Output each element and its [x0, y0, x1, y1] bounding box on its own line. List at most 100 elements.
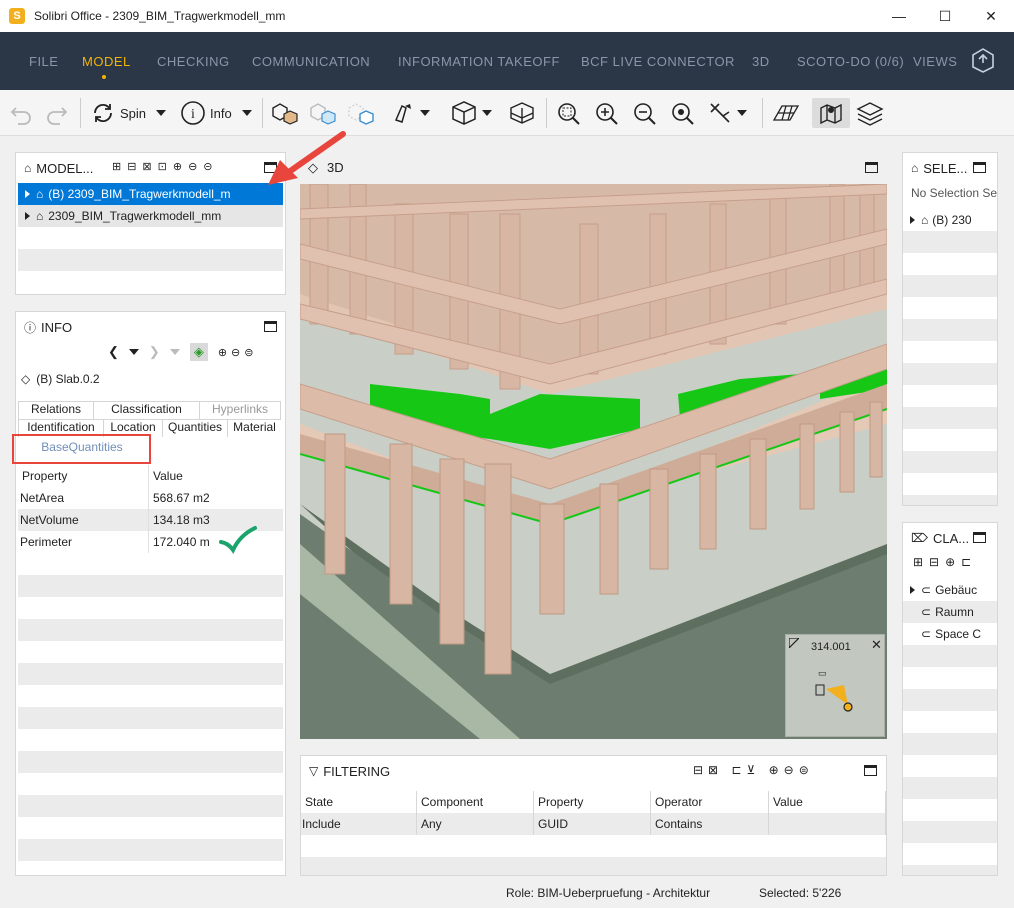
model-tree-row[interactable]: ⌂ (B) 2309_BIM_Tragwerkmodell_m: [18, 183, 283, 205]
forward-icon[interactable]: ❯: [149, 344, 160, 360]
menu-views[interactable]: VIEWS: [913, 54, 957, 69]
tab-quantities[interactable]: Quantities: [162, 419, 228, 437]
view3d-header: ◇ 3D: [300, 152, 887, 184]
filter-state-cell[interactable]: Include: [301, 813, 417, 835]
selection-panel-header: ⌂ SELE...: [903, 153, 997, 183]
filter-value-cell[interactable]: [769, 813, 886, 835]
classification-row[interactable]: ⊂ Raumn: [903, 601, 997, 623]
menu-communication[interactable]: COMMUNICATION: [252, 54, 370, 69]
tab-relations[interactable]: Relations: [18, 401, 94, 419]
table-header: Property Value: [18, 465, 283, 487]
floor-plan-icon[interactable]: [772, 98, 800, 128]
menu-file[interactable]: FILE: [29, 54, 58, 69]
share-icon[interactable]: [970, 47, 996, 73]
chevron-down-icon[interactable]: [420, 110, 430, 116]
classification-panel-title: CLA...: [932, 530, 970, 546]
selection-empty-text: No Selection Se: [911, 186, 997, 200]
model-tree-tools-icon[interactable]: ⊞⊟⊠⊡⊕⊖⊝: [112, 160, 219, 173]
info-button[interactable]: i Info: [180, 98, 252, 128]
filter-header-operator: Operator: [651, 791, 769, 813]
chevron-down-icon[interactable]: [156, 110, 167, 116]
selection-tree-row[interactable]: ⌂ (B) 230: [903, 209, 997, 231]
tab-classification[interactable]: Classification: [94, 401, 199, 419]
info-label: Info: [210, 105, 232, 121]
status-selected-count: Selected: 5'226: [759, 886, 842, 900]
zoom-selected-icon[interactable]: [669, 98, 695, 128]
info-object-name: (B) Slab.0.2: [36, 372, 100, 386]
fit-all-icon[interactable]: [555, 98, 581, 128]
minimize-button[interactable]: —: [876, 0, 922, 32]
maximize-panel-icon[interactable]: [864, 765, 877, 776]
camera-icon: ▭: [818, 668, 827, 678]
maximize-panel-icon[interactable]: [865, 162, 878, 173]
redaction-mark: [186, 443, 258, 453]
filter-header-component: Component: [417, 791, 534, 813]
maximize-button[interactable]: ☐: [922, 0, 968, 32]
cube-icon[interactable]: ◈: [189, 343, 208, 361]
view-cube-button[interactable]: [450, 98, 492, 128]
main-menu-bar: FILE MODEL CHECKING COMMUNICATION INFORM…: [0, 32, 1014, 90]
brush-icon: [394, 104, 411, 123]
transparency-button[interactable]: [390, 98, 430, 128]
layers-icon[interactable]: [856, 98, 884, 128]
add-remove-icon[interactable]: ⊕⊖⊜: [218, 346, 258, 359]
show-components-icon[interactable]: [270, 98, 300, 128]
resize-icon[interactable]: [789, 638, 799, 648]
menu-to-do[interactable]: SCOTO-DO (0/6): [797, 54, 904, 69]
hide-components-icon[interactable]: [308, 98, 338, 128]
maximize-panel-icon[interactable]: [264, 321, 277, 332]
back-icon[interactable]: ❮: [108, 344, 119, 360]
model-tree-row[interactable]: ⌂ 2309_BIM_Tragwerkmodell_mm: [18, 205, 283, 227]
chevron-down-icon[interactable]: [128, 349, 139, 355]
chevron-down-icon[interactable]: [737, 110, 747, 116]
menu-checking[interactable]: CHECKING: [157, 54, 230, 69]
selection-panel: ⌂ SELE... No Selection Se ⌂ (B) 230: [902, 152, 998, 506]
annotation-arrow: [268, 131, 346, 185]
maximize-panel-icon[interactable]: [973, 162, 986, 173]
menu-information-takeoff[interactable]: INFORMATION TAKEOFF: [398, 54, 560, 69]
3d-viewport[interactable]: 314.001 ✕ ▭: [300, 184, 887, 739]
zoom-in-icon[interactable]: [593, 98, 619, 128]
classification-tools-icon[interactable]: ⊞⊟⊕⊏: [913, 555, 977, 569]
undo-icon[interactable]: [8, 98, 34, 128]
tab-material[interactable]: Material: [228, 419, 281, 437]
info-icon: i: [181, 101, 205, 125]
spin-button[interactable]: Spin: [90, 98, 167, 128]
navigator-widget[interactable]: 314.001 ✕ ▭: [785, 634, 885, 737]
info-panel-header: ⓘ INFO: [16, 312, 285, 342]
filter-header-state: State: [301, 791, 417, 813]
chevron-down-icon[interactable]: [482, 110, 492, 116]
chevron-down-icon[interactable]: [169, 349, 180, 355]
section-box-icon[interactable]: [508, 98, 536, 128]
maximize-panel-icon[interactable]: [973, 532, 986, 543]
filter-icon: ▽: [309, 764, 319, 778]
isolate-components-icon[interactable]: [346, 98, 376, 128]
classification-row[interactable]: ⊂ Space C: [903, 623, 997, 645]
zoom-out-icon[interactable]: [631, 98, 657, 128]
tab-hyperlinks[interactable]: Hyperlinks: [199, 401, 281, 419]
map-location-icon[interactable]: [812, 98, 850, 128]
select-mode-button[interactable]: [707, 98, 747, 128]
property-table: Property Value NetArea 568.67 m2 NetVolu…: [18, 465, 283, 875]
menu-bcf-live-connector[interactable]: BCF LIVE CONNECTOR: [581, 54, 735, 69]
model-panel-title: MODEL...: [36, 160, 94, 176]
filter-component-cell[interactable]: Any: [417, 813, 534, 835]
menu-model[interactable]: MODEL: [82, 54, 131, 69]
close-button[interactable]: ✕: [968, 0, 1014, 32]
svg-text:i: i: [191, 107, 195, 122]
cube-icon: [452, 101, 476, 125]
status-role: Role: BIM-Ueberpruefung - Architektur: [506, 886, 711, 900]
table-row[interactable]: NetArea 568.67 m2: [18, 487, 283, 509]
filter-operator-cell[interactable]: Contains: [651, 813, 769, 835]
filtering-panel: ▽ FILTERING ⊟⊠ ⊏⊻ ⊕⊖⊜ State Component Pr…: [300, 755, 887, 876]
filter-tools-icon[interactable]: ⊟⊠ ⊏⊻ ⊕⊖⊜: [693, 763, 814, 777]
cursor-icon: [710, 103, 730, 123]
close-icon[interactable]: ✕: [871, 637, 882, 653]
classification-panel-header: ⌦ CLA...: [903, 523, 997, 553]
classification-row[interactable]: ⊂ Gebäuc: [903, 579, 997, 601]
filter-header-value: Value: [769, 791, 886, 813]
filter-property-cell[interactable]: GUID: [534, 813, 651, 835]
menu-3d[interactable]: 3D: [752, 54, 770, 69]
redo-icon[interactable]: [44, 98, 70, 128]
chevron-down-icon[interactable]: [241, 110, 252, 116]
